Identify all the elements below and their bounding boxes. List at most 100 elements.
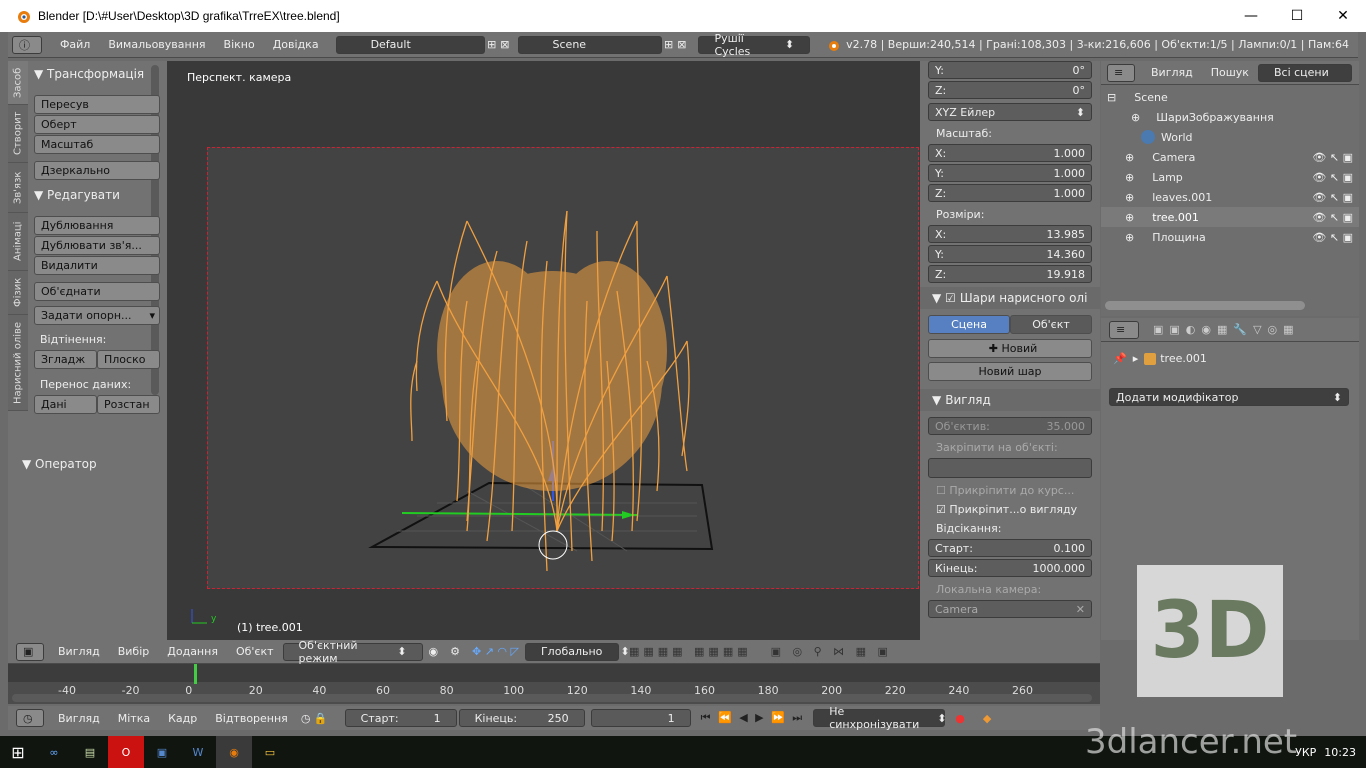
visibility-icons[interactable]: 👁 ↖ ▣ bbox=[1312, 151, 1353, 164]
data-button[interactable]: Дані bbox=[34, 395, 97, 414]
layout-remove-icon[interactable]: ⊠ bbox=[500, 38, 509, 51]
timeline-menu-frame[interactable]: Кадр bbox=[168, 712, 197, 725]
outliner-filter-select[interactable]: Всі сцени bbox=[1257, 63, 1352, 82]
grease-pencil-panel-header[interactable]: ▼ ☑ Шари нарисного олі bbox=[920, 287, 1100, 309]
edit-header[interactable]: ▼ Редагувати bbox=[34, 188, 160, 202]
delete-button[interactable]: Видалити bbox=[34, 256, 160, 275]
gp-new-layer-button[interactable]: Новий шар bbox=[928, 362, 1092, 381]
mirror-button[interactable]: Дзеркально bbox=[34, 161, 160, 180]
orientation-select[interactable]: Глобально ⬍ bbox=[524, 642, 630, 661]
clip-start-field[interactable]: Старт: 0.100 bbox=[928, 539, 1092, 557]
taskbar-app-infinity-icon[interactable]: ∞ bbox=[36, 736, 72, 768]
properties-editor-icon[interactable]: ≡ bbox=[1109, 320, 1139, 339]
join-button[interactable]: Об'єднати bbox=[34, 282, 160, 301]
taskbar-app-word-icon[interactable]: W bbox=[180, 736, 216, 768]
scale-z-field[interactable]: Z: 1.000 bbox=[928, 184, 1092, 202]
preview-range-icon[interactable]: ◷ 🔒 bbox=[301, 712, 328, 725]
rotation-z-field[interactable]: Z: 0° bbox=[928, 81, 1092, 99]
info-editor-icon[interactable]: ⓘ bbox=[12, 35, 42, 54]
sync-select[interactable]: Не синхронізувати ⬍ bbox=[813, 705, 946, 731]
scale-button[interactable]: Масштаб bbox=[34, 135, 160, 154]
tab-create[interactable]: Створит bbox=[8, 105, 28, 163]
menu-window[interactable]: Вікно bbox=[224, 38, 255, 51]
render-engine-select[interactable]: Рушії Cycles ⬍ bbox=[698, 32, 811, 58]
start-button[interactable]: ⊞ bbox=[0, 736, 36, 768]
outliner-item-render-layers[interactable]: ⊕ ШариЗображування bbox=[1101, 107, 1359, 127]
layout-selector[interactable]: Default bbox=[335, 35, 486, 54]
duplicate-linked-button[interactable]: Дублювати зв'я... bbox=[34, 236, 160, 255]
shade-smooth-button[interactable]: Згладж bbox=[34, 350, 97, 369]
outliner-editor-icon[interactable]: ≡ bbox=[1107, 63, 1135, 82]
viewport-menu-object[interactable]: Об'єкт bbox=[236, 645, 274, 658]
tab-grease-pencil[interactable]: Нарисний олівe bbox=[8, 315, 28, 411]
clock[interactable]: 10:23 bbox=[1324, 746, 1356, 759]
rotate-button[interactable]: Оберт bbox=[34, 115, 160, 134]
tab-physics[interactable]: Фізик bbox=[8, 271, 28, 315]
scene-remove-icon[interactable]: ⊠ bbox=[677, 38, 686, 51]
dimension-x-field[interactable]: X: 13.985 bbox=[928, 225, 1092, 243]
playback-controls[interactable]: ⏮ ⏪ ◀ ▶ ⏩ ⏭ bbox=[701, 711, 805, 725]
current-frame-field[interactable]: 1 bbox=[590, 709, 691, 727]
outliner-item-plane[interactable]: ⊕ Площина 👁 ↖ ▣ bbox=[1101, 227, 1359, 247]
mode-select[interactable]: Об'єктний режим ⬍ bbox=[282, 639, 423, 665]
viewport-menu-view[interactable]: Вигляд bbox=[58, 645, 100, 658]
current-frame-marker[interactable] bbox=[194, 664, 197, 684]
scene-selector[interactable]: Scene bbox=[517, 35, 663, 54]
timeline-menu-marker[interactable]: Мітка bbox=[118, 712, 150, 725]
taskbar-app-blender-icon[interactable]: ◉ bbox=[216, 736, 252, 768]
timeline-scrollbar[interactable] bbox=[12, 694, 1092, 702]
maximize-button[interactable]: ☐ bbox=[1274, 0, 1320, 32]
properties-context-icons[interactable]: ▣▣◐◉▦🔧▽◎▦ bbox=[1153, 323, 1300, 336]
outliner-item-camera[interactable]: ⊕ Camera 👁 ↖ ▣ bbox=[1101, 147, 1359, 167]
manipulator-icons[interactable]: ✥ ↗ ◠ ◸ bbox=[472, 645, 519, 658]
visibility-icons[interactable]: 👁 ↖ ▣ bbox=[1312, 211, 1353, 224]
visibility-icons[interactable]: 👁 ↖ ▣ bbox=[1312, 191, 1353, 204]
menu-help[interactable]: Довідка bbox=[273, 38, 319, 51]
menu-file[interactable]: Файл bbox=[60, 38, 90, 51]
visibility-icons[interactable]: 👁 ↖ ▣ bbox=[1312, 171, 1353, 184]
outliner-menu-search[interactable]: Пошук bbox=[1211, 66, 1249, 79]
language-indicator[interactable]: УКР bbox=[1295, 746, 1316, 759]
scale-x-field[interactable]: X: 1.000 bbox=[928, 144, 1092, 162]
record-icon[interactable]: ● bbox=[955, 712, 965, 725]
pivot-icon[interactable]: ⚙ bbox=[450, 645, 460, 658]
operator-header[interactable]: ▼ Оператор bbox=[22, 457, 97, 471]
visibility-icons[interactable]: 👁 ↖ ▣ bbox=[1312, 231, 1353, 244]
outliner-hscrollbar[interactable] bbox=[1105, 301, 1305, 310]
3d-viewport[interactable]: Перспект. камера y (1) tree.001 bbox=[167, 61, 920, 640]
snap-icons[interactable]: ▣ ◎ ⚲ ⋈ ▦ ▣ bbox=[771, 645, 892, 658]
rotation-y-field[interactable]: Y: 0° bbox=[928, 61, 1092, 79]
taskbar-app-explorer-icon[interactable]: ▭ bbox=[252, 736, 288, 768]
duplicate-button[interactable]: Дублювання bbox=[34, 216, 160, 235]
start-frame-field[interactable]: Старт: 1 bbox=[344, 709, 457, 727]
rotation-mode-select[interactable]: XYZ Ейлер ⬍ bbox=[928, 103, 1092, 121]
taskbar-app-opera-icon[interactable]: O bbox=[108, 736, 144, 768]
viewport-editor-icon[interactable]: ▣ bbox=[16, 642, 44, 661]
tab-relations[interactable]: Зв'язк bbox=[8, 163, 28, 213]
viewport-menu-add[interactable]: Додання bbox=[167, 645, 218, 658]
data-layout-button[interactable]: Розстан bbox=[97, 395, 160, 414]
scene-add-icon[interactable]: ⊞ bbox=[664, 38, 673, 51]
dimension-y-field[interactable]: Y: 14.360 bbox=[928, 245, 1092, 263]
shading-icon[interactable]: ◉ bbox=[429, 645, 439, 658]
lens-field[interactable]: Об'єктив: 35.000 bbox=[928, 417, 1092, 435]
gp-new-button[interactable]: ✚ Новий bbox=[928, 339, 1092, 358]
outliner-item-scene[interactable]: ⊟ Scene bbox=[1101, 87, 1359, 107]
layout-add-icon[interactable]: ⊞ bbox=[487, 38, 496, 51]
taskbar-app-save-icon[interactable]: ▣ bbox=[144, 736, 180, 768]
set-origin-button[interactable]: Задати опорн... ▾ bbox=[34, 306, 160, 325]
timeline-menu-playback[interactable]: Відтворення bbox=[215, 712, 288, 725]
transform-header[interactable]: ▼ Трансформація bbox=[34, 67, 160, 81]
taskbar-app-notepad-icon[interactable]: ▤ bbox=[72, 736, 108, 768]
dimension-z-field[interactable]: Z: 19.918 bbox=[928, 265, 1092, 283]
local-camera-field[interactable]: Camera ✕ bbox=[928, 600, 1092, 618]
close-button[interactable]: ✕ bbox=[1320, 0, 1366, 32]
lock-view-checkbox[interactable]: ☑ Прикріпит...о вигляду bbox=[936, 503, 1100, 516]
outliner-item-lamp[interactable]: ⊕ Lamp 👁 ↖ ▣ bbox=[1101, 167, 1359, 187]
scale-y-field[interactable]: Y: 1.000 bbox=[928, 164, 1092, 182]
viewport-menu-select[interactable]: Вибір bbox=[118, 645, 150, 658]
keyframe-icon[interactable]: ◆ bbox=[983, 712, 991, 725]
pin-icon[interactable]: 📌 bbox=[1113, 352, 1127, 365]
tab-tools[interactable]: Засоб bbox=[8, 61, 28, 105]
menu-render[interactable]: Вимальовування bbox=[108, 38, 205, 51]
